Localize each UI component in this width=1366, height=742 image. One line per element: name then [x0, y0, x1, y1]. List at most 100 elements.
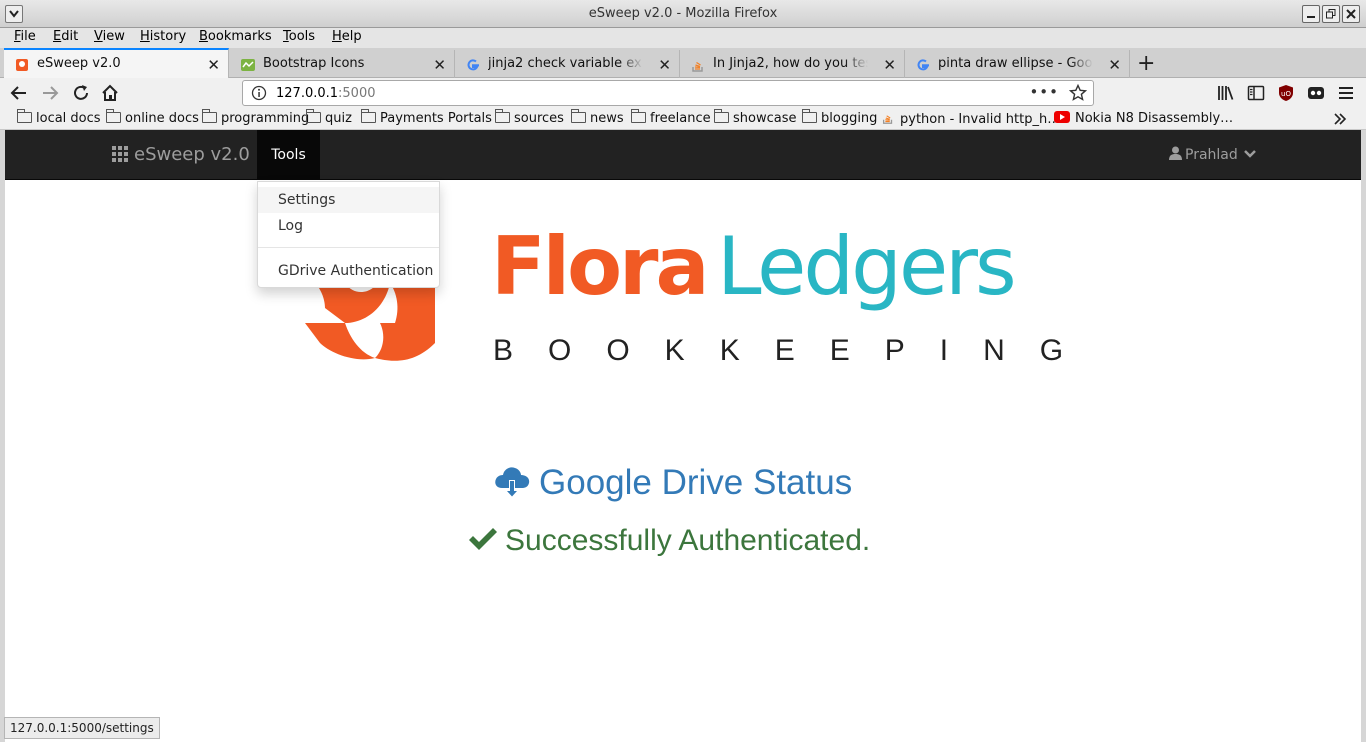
close-tab-icon[interactable]: ✕	[658, 56, 671, 74]
app-brand[interactable]: eSweep v2.0	[112, 144, 250, 165]
bookmark-label: freelance	[650, 111, 711, 126]
user-name: Prahlad	[1185, 147, 1238, 163]
tab-label: eSweep v2.0	[37, 56, 121, 71]
info-icon[interactable]	[251, 85, 267, 101]
dropdown-item-log[interactable]: Log	[258, 213, 439, 239]
minimize-button[interactable]	[1302, 5, 1320, 23]
menu-history[interactable]: History	[140, 29, 186, 44]
brand-label: eSweep v2.0	[134, 144, 250, 165]
bookmark-folder-showcase[interactable]: showcase	[714, 109, 797, 126]
status-title-text: Google Drive Status	[539, 463, 853, 502]
bookmark-label: Nokia N8 Disassembly…	[1075, 111, 1234, 126]
bookmark-folder-quiz[interactable]: quiz	[306, 109, 352, 126]
ublock-origin-icon[interactable]: uO	[1277, 84, 1295, 102]
bookmark-label: sources	[514, 111, 564, 126]
close-tab-icon[interactable]: ✕	[433, 56, 446, 74]
checkmark-icon	[469, 528, 497, 550]
maximize-button[interactable]	[1322, 5, 1340, 23]
hamburger-menu-icon[interactable]	[1337, 84, 1355, 102]
library-icon[interactable]	[1217, 84, 1235, 102]
stackoverflow-favicon-icon	[692, 61, 703, 72]
bookmark-label: quiz	[325, 111, 352, 126]
bookmark-star-icon[interactable]	[1069, 84, 1087, 102]
forward-arrow-icon[interactable]	[41, 84, 59, 102]
bookmark-folder-programming[interactable]: programming	[202, 109, 309, 126]
tab-label: pinta draw ellipse - Google Search	[938, 56, 1093, 71]
bookmark-folder-sources[interactable]: sources	[495, 109, 564, 126]
menu-edit[interactable]: Edit	[53, 29, 78, 44]
close-tab-icon[interactable]: ✕	[207, 56, 220, 74]
bookmark-label: Payments Portals	[380, 111, 492, 126]
window-title: eSweep v2.0 - Mozilla Firefox	[588, 6, 778, 21]
minimize-icon	[1307, 16, 1315, 18]
bookmark-label: showcase	[733, 111, 797, 126]
bookmark-nokia-n8[interactable]: Nokia N8 Disassembly…	[1054, 111, 1233, 126]
url-text: 127.0.0.1:5000	[276, 86, 376, 101]
bookmark-folder-freelance[interactable]: freelance	[631, 109, 711, 126]
app-navbar: eSweep v2.0 Tools Prahlad	[5, 130, 1361, 180]
window-titlebar: eSweep v2.0 - Mozilla Firefox	[0, 0, 1366, 28]
dropdown-divider	[258, 247, 439, 248]
youtube-icon	[1054, 111, 1070, 123]
folder-icon	[802, 109, 817, 123]
menu-tools[interactable]: Tools	[283, 29, 315, 44]
bookmark-label: blogging	[821, 111, 878, 126]
menu-bar: File Edit View History Bookmarks Tools H…	[0, 28, 1366, 48]
dropdown-item-gdrive-authentication[interactable]: GDrive Authentication	[258, 258, 439, 284]
auth-success-message: Successfully Authenticated.	[467, 524, 870, 558]
menu-bookmarks[interactable]: Bookmarks	[199, 29, 272, 44]
page-actions-icon[interactable]: •••	[1029, 83, 1059, 101]
tab-bootstrap-icons[interactable]: Bootstrap Icons ✕	[230, 50, 455, 78]
page-content: eSweep v2.0 Tools Prahlad Flora Ledgers …	[5, 130, 1361, 742]
bookmark-label: python - Invalid http_h…	[900, 112, 1061, 127]
tab-label: Bootstrap Icons	[263, 56, 365, 71]
dropdown-item-settings[interactable]: Settings	[258, 187, 439, 213]
restore-icon	[1326, 9, 1336, 19]
folder-icon	[361, 109, 376, 123]
tools-dropdown-menu: Settings Log GDrive Authentication	[257, 181, 440, 288]
close-window-button[interactable]	[1342, 5, 1360, 23]
menu-view[interactable]: View	[94, 29, 125, 44]
tab-jinja2-search[interactable]: jinja2 check variable exists - Google Se…	[455, 50, 680, 78]
bookmark-folder-payments-portals[interactable]: Payments Portals	[361, 109, 492, 126]
logo-tagline: BOOKKEEPING	[493, 334, 1099, 367]
bookmark-folder-news[interactable]: news	[571, 109, 624, 126]
url-port: :5000	[338, 86, 376, 101]
extension-icon[interactable]	[1307, 84, 1325, 102]
tab-jinja2-stackoverflow[interactable]: In Jinja2, how do you test if a variable…	[680, 50, 905, 78]
close-tab-icon[interactable]: ✕	[1108, 56, 1121, 74]
bookmarks-toolbar: local docs online docs programming quiz …	[0, 108, 1366, 130]
cloud-download-icon	[495, 467, 530, 498]
logo-word-flora: Flora	[491, 220, 709, 313]
bookmark-folder-online-docs[interactable]: online docs	[106, 109, 199, 126]
menu-file[interactable]: File	[14, 29, 36, 44]
grid-icon	[112, 146, 128, 162]
tab-label: In Jinja2, how do you test if a variable…	[713, 56, 868, 71]
bookmark-label: news	[590, 111, 624, 126]
bookmark-folder-blogging[interactable]: blogging	[802, 109, 878, 126]
tab-esweep[interactable]: eSweep v2.0 ✕	[4, 48, 229, 78]
new-tab-plus-icon[interactable]: +	[1137, 51, 1155, 76]
gdrive-status-heading: Google Drive Status	[493, 463, 852, 503]
svg-text:uO: uO	[1281, 90, 1291, 98]
bookmark-folder-local-docs[interactable]: local docs	[17, 109, 101, 126]
close-tab-icon[interactable]: ✕	[883, 56, 896, 74]
menu-help[interactable]: Help	[332, 29, 362, 44]
bookmark-python-invalid[interactable]: python - Invalid http_h…	[881, 111, 1060, 127]
folder-icon	[571, 109, 586, 123]
reload-icon[interactable]	[72, 84, 90, 102]
user-menu[interactable]: Prahlad	[1169, 146, 1257, 163]
tab-label: jinja2 check variable exists - Google Se…	[488, 56, 643, 71]
sidebar-icon[interactable]	[1247, 84, 1265, 102]
folder-icon	[17, 109, 32, 123]
url-bar[interactable]: 127.0.0.1:5000 •••	[242, 80, 1094, 106]
tab-pinta-search[interactable]: pinta draw ellipse - Google Search ✕	[905, 50, 1130, 78]
close-icon	[1346, 9, 1356, 19]
folder-icon	[306, 109, 321, 123]
home-icon[interactable]	[101, 84, 119, 102]
user-icon	[1169, 146, 1182, 160]
folder-icon	[631, 109, 646, 123]
chevron-double-right-icon[interactable]	[1333, 112, 1347, 126]
back-arrow-icon[interactable]	[10, 84, 28, 102]
nav-tools-dropdown[interactable]: Tools	[257, 130, 320, 180]
